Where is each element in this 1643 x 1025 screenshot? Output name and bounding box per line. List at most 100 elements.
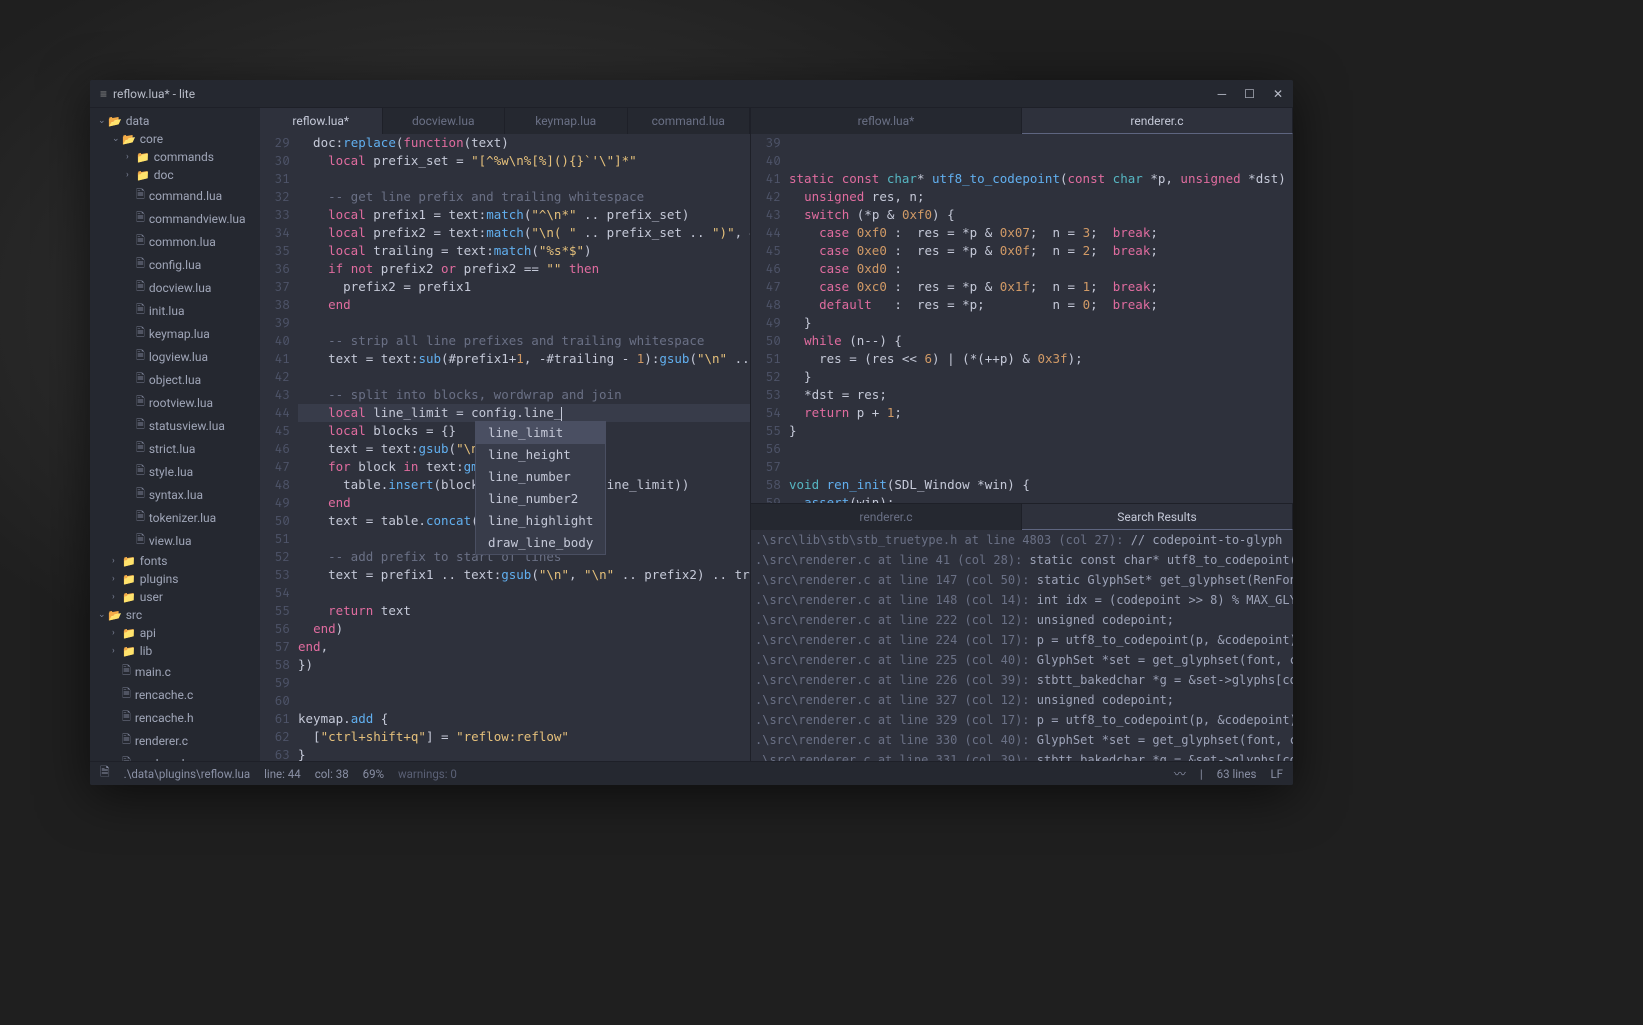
code-line[interactable]: }) — [298, 656, 750, 674]
tree-file[interactable]: 🗎object.lua — [90, 368, 260, 391]
code-line[interactable] — [298, 674, 750, 692]
tree-file[interactable]: 🗎main.c — [90, 660, 260, 683]
tab[interactable]: docview.lua — [383, 108, 506, 134]
code-line[interactable]: *dst = res; — [789, 386, 1293, 404]
tree-file[interactable]: 🗎tokenizer.lua — [90, 506, 260, 529]
tree-folder[interactable]: ›📁doc — [90, 166, 260, 184]
tree-file[interactable]: 🗎renderer.c — [90, 729, 260, 752]
tree-file[interactable]: 🗎strict.lua — [90, 437, 260, 460]
tree-file[interactable]: 🗎renderer.h — [90, 752, 260, 761]
search-result[interactable]: .\src\lib\stb\stb_truetype.h at line 480… — [755, 530, 1293, 550]
code-line[interactable]: case 0xf0 : res = *p & 0x07; n = 3; brea… — [789, 224, 1293, 242]
tree-file[interactable]: 🗎commandview.lua — [90, 207, 260, 230]
code-line[interactable]: text = text:sub(#prefix1+1, -#trailing -… — [298, 350, 750, 368]
code-line[interactable] — [298, 170, 750, 188]
tree-file[interactable]: 🗎rencache.h — [90, 706, 260, 729]
tab[interactable]: reflow.lua* — [751, 108, 1022, 134]
code-line[interactable]: } — [298, 746, 750, 761]
code-line[interactable]: while (n--) { — [789, 332, 1293, 350]
tree-file[interactable]: 🗎view.lua — [90, 529, 260, 552]
tree-file[interactable]: 🗎style.lua — [90, 460, 260, 483]
search-result[interactable]: .\src\renderer.c at line 147 (col 50): s… — [755, 570, 1293, 590]
code-line[interactable] — [789, 134, 1293, 152]
tree-file[interactable]: 🗎keymap.lua — [90, 322, 260, 345]
code-line[interactable]: unsigned res, n; — [789, 188, 1293, 206]
search-result[interactable]: .\src\renderer.c at line 225 (col 40): G… — [755, 650, 1293, 670]
autocomplete-popup[interactable]: line_limitline_heightline_numberline_num… — [475, 421, 606, 555]
code-line[interactable]: default : res = *p; n = 0; break; — [789, 296, 1293, 314]
autocomplete-item[interactable]: line_number — [476, 466, 605, 488]
code-line[interactable]: text = prefix1 .. text:gsub("\n", "\n" .… — [298, 566, 750, 584]
code-line[interactable]: assert(win); — [789, 494, 1293, 503]
search-result[interactable]: .\src\renderer.c at line 331 (col 39): s… — [755, 750, 1293, 761]
tree-file[interactable]: 🗎rootview.lua — [90, 391, 260, 414]
tab[interactable]: renderer.c — [1022, 108, 1293, 134]
code-line[interactable]: local trailing = text:match("%s*$") — [298, 242, 750, 260]
tab[interactable]: Search Results — [1022, 504, 1293, 530]
autocomplete-item[interactable]: line_height — [476, 444, 605, 466]
autocomplete-item[interactable]: draw_line_body — [476, 532, 605, 554]
code-line[interactable]: void ren_init(SDL_Window *win) { — [789, 476, 1293, 494]
tree-folder[interactable]: ⌄📂data — [90, 112, 260, 130]
code-line[interactable]: return p + 1; — [789, 404, 1293, 422]
code-line[interactable]: local prefix1 = text:match("^\n*" .. pre… — [298, 206, 750, 224]
maximize-button[interactable]: ☐ — [1244, 87, 1255, 101]
titlebar[interactable]: ≡ reflow.lua* - lite ─ ☐ ✕ — [90, 80, 1293, 108]
search-result[interactable]: .\src\renderer.c at line 327 (col 12): u… — [755, 690, 1293, 710]
file-tree[interactable]: ⌄📂data⌄📂core›📁commands›📁doc🗎command.lua🗎… — [90, 108, 260, 761]
code-line[interactable]: if not prefix2 or prefix2 == "" then — [298, 260, 750, 278]
tree-folder[interactable]: ›📁api — [90, 624, 260, 642]
tab[interactable]: renderer.c — [751, 504, 1022, 530]
code-line[interactable]: } — [789, 422, 1293, 440]
autocomplete-item[interactable]: line_highlight — [476, 510, 605, 532]
code-line[interactable]: res = (res << 6) | (*(++p) & 0x3f); — [789, 350, 1293, 368]
autocomplete-item[interactable]: line_number2 — [476, 488, 605, 510]
tree-file[interactable]: 🗎statusview.lua — [90, 414, 260, 437]
search-result[interactable]: .\src\renderer.c at line 329 (col 17): p… — [755, 710, 1293, 730]
code-line[interactable]: case 0xe0 : res = *p & 0x0f; n = 2; brea… — [789, 242, 1293, 260]
tree-folder[interactable]: ›📁plugins — [90, 570, 260, 588]
search-results[interactable]: .\src\lib\stb\stb_truetype.h at line 480… — [751, 530, 1293, 761]
search-result[interactable]: .\src\renderer.c at line 226 (col 39): s… — [755, 670, 1293, 690]
code-line[interactable]: end, — [298, 638, 750, 656]
tab[interactable]: keymap.lua — [505, 108, 628, 134]
code-line[interactable] — [789, 458, 1293, 476]
code-line[interactable]: end) — [298, 620, 750, 638]
code-line[interactable]: local prefix_set = "[^%w\n%[%](){}`'\"]*… — [298, 152, 750, 170]
search-result[interactable]: .\src\renderer.c at line 148 (col 14): i… — [755, 590, 1293, 610]
code-line[interactable]: ["ctrl+shift+q"] = "reflow:reflow" — [298, 728, 750, 746]
tab[interactable]: reflow.lua* — [260, 108, 383, 134]
code-line[interactable]: local prefix2 = text:match("\n( " .. pre… — [298, 224, 750, 242]
search-result[interactable]: .\src\renderer.c at line 330 (col 40): G… — [755, 730, 1293, 750]
code-line[interactable] — [789, 440, 1293, 458]
code-editor-right[interactable]: 3940414243444546474849505152535455565758… — [751, 134, 1293, 503]
search-result[interactable]: .\src\renderer.c at line 41 (col 28): st… — [755, 550, 1293, 570]
search-result[interactable]: .\src\renderer.c at line 222 (col 12): u… — [755, 610, 1293, 630]
code-line[interactable] — [298, 314, 750, 332]
code-line[interactable]: return text — [298, 602, 750, 620]
search-result[interactable]: .\src\renderer.c at line 224 (col 17): p… — [755, 630, 1293, 650]
code-line[interactable] — [298, 368, 750, 386]
tree-folder[interactable]: ›📁commands — [90, 148, 260, 166]
tree-folder[interactable]: ⌄📂core — [90, 130, 260, 148]
tree-file[interactable]: 🗎command.lua — [90, 184, 260, 207]
code-line[interactable]: case 0xc0 : res = *p & 0x1f; n = 1; brea… — [789, 278, 1293, 296]
tree-folder[interactable]: ›📁user — [90, 588, 260, 606]
tree-folder[interactable]: ›📁fonts — [90, 552, 260, 570]
close-button[interactable]: ✕ — [1273, 87, 1283, 101]
code-line[interactable]: case 0xd0 : — [789, 260, 1293, 278]
code-line[interactable]: end — [298, 296, 750, 314]
code-line[interactable]: -- get line prefix and trailing whitespa… — [298, 188, 750, 206]
tree-folder[interactable]: ⌄📂src — [90, 606, 260, 624]
tree-file[interactable]: 🗎init.lua — [90, 299, 260, 322]
code-line[interactable] — [298, 584, 750, 602]
code-line[interactable]: doc:replace(function(text) — [298, 134, 750, 152]
tree-file[interactable]: 🗎config.lua — [90, 253, 260, 276]
tree-file[interactable]: 🗎docview.lua — [90, 276, 260, 299]
code-line[interactable]: prefix2 = prefix1 — [298, 278, 750, 296]
tree-file[interactable]: 🗎rencache.c — [90, 683, 260, 706]
tree-file[interactable]: 🗎syntax.lua — [90, 483, 260, 506]
minimize-button[interactable]: ─ — [1218, 87, 1227, 101]
tree-file[interactable]: 🗎common.lua — [90, 230, 260, 253]
code-line[interactable]: keymap.add { — [298, 710, 750, 728]
